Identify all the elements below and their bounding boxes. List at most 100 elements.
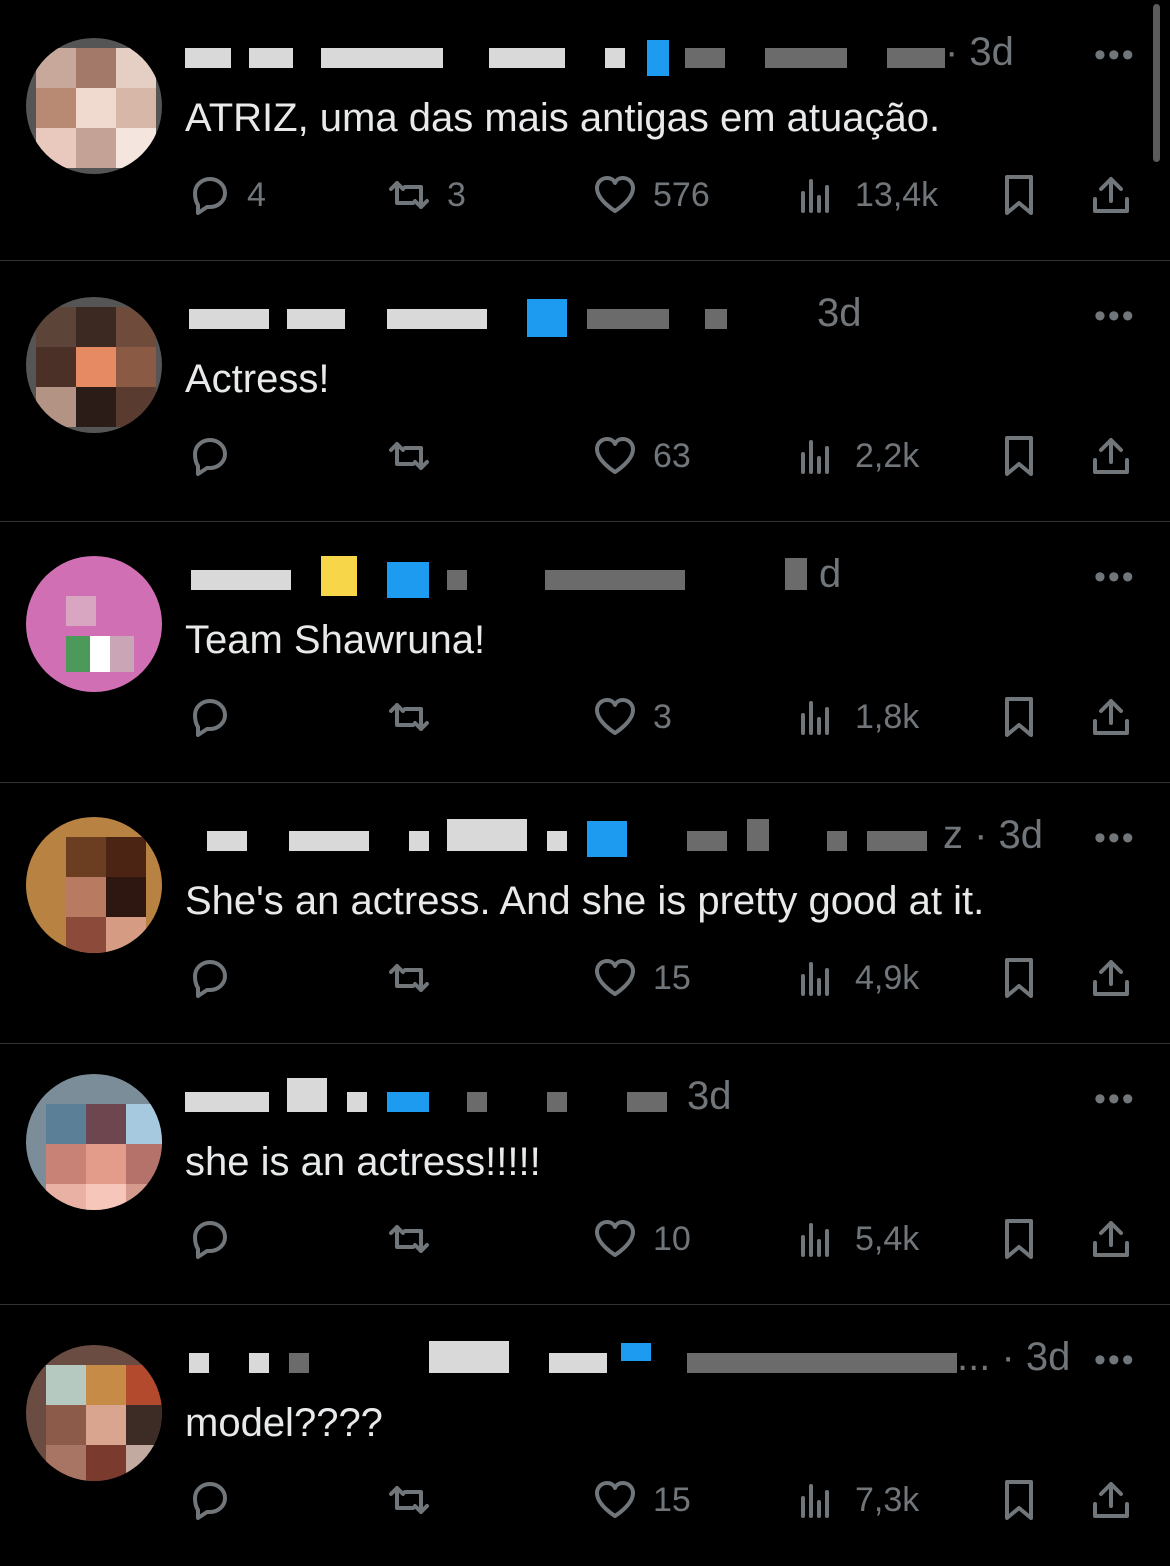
tweet-time[interactable]: · 3d xyxy=(945,30,1014,75)
redacted-handle xyxy=(687,831,727,851)
reply-button[interactable] xyxy=(185,431,247,481)
redacted-display-name xyxy=(287,1078,327,1112)
repost-button[interactable] xyxy=(385,431,447,481)
bookmark-icon xyxy=(1005,697,1033,737)
tweet-time[interactable]: ... · 3d xyxy=(957,1335,1070,1380)
tweet-text: Team Shawruna! xyxy=(185,618,486,662)
bookmark-icon xyxy=(1005,175,1033,215)
bookmark-button[interactable] xyxy=(995,1214,1043,1264)
share-button[interactable] xyxy=(1087,1214,1135,1264)
like-count: 10 xyxy=(653,1219,691,1258)
views-count: 7,3k xyxy=(855,1480,920,1519)
avatar[interactable] xyxy=(26,1345,162,1481)
like-count: 15 xyxy=(653,1480,691,1519)
verified-badge-icon xyxy=(387,562,429,598)
share-icon xyxy=(1093,699,1129,735)
more-options-button[interactable]: ••• xyxy=(1094,1082,1136,1116)
tweet-time[interactable]: 3d xyxy=(687,1074,732,1119)
like-button[interactable]: 15 xyxy=(591,953,691,1003)
bookmark-button[interactable] xyxy=(995,692,1043,742)
reply-button[interactable] xyxy=(185,1475,247,1525)
repost-button[interactable] xyxy=(385,1475,447,1525)
tweet-5[interactable]: 3d ••• she is an actress!!!!! 10 5,4k xyxy=(0,1044,1170,1305)
tweet-1[interactable]: · 3d ••• ATRIZ, uma das mais antigas em … xyxy=(0,0,1170,261)
repost-button[interactable] xyxy=(385,953,447,1003)
views-button[interactable]: 4,9k xyxy=(793,953,919,1003)
redacted-display-name xyxy=(289,831,369,851)
like-button[interactable]: 10 xyxy=(591,1214,691,1264)
tweet-6[interactable]: ... · 3d ••• model???? 15 7,3k xyxy=(0,1305,1170,1566)
reply-button[interactable]: 4 xyxy=(185,170,266,220)
redacted-handle xyxy=(467,1092,487,1112)
sparkle-emoji-icon xyxy=(321,556,357,596)
reply-feed: · 3d ••• ATRIZ, uma das mais antigas em … xyxy=(0,0,1170,1561)
bookmark-button[interactable] xyxy=(995,431,1043,481)
bookmark-button[interactable] xyxy=(995,953,1043,1003)
more-options-button[interactable]: ••• xyxy=(1094,821,1136,855)
reply-button[interactable] xyxy=(185,1214,247,1264)
views-button[interactable]: 1,8k xyxy=(793,692,919,742)
views-icon xyxy=(801,1223,829,1257)
views-button[interactable]: 2,2k xyxy=(793,431,919,481)
avatar[interactable] xyxy=(26,817,162,953)
share-button[interactable] xyxy=(1087,692,1135,742)
like-button[interactable]: 63 xyxy=(591,431,691,481)
redacted-handle xyxy=(685,48,725,68)
like-button[interactable]: 576 xyxy=(591,170,710,220)
more-options-button[interactable]: ••• xyxy=(1094,1343,1136,1377)
avatar[interactable] xyxy=(26,1074,162,1210)
avatar[interactable] xyxy=(26,38,162,174)
repost-button[interactable]: 3 xyxy=(385,170,466,220)
share-button[interactable] xyxy=(1087,431,1135,481)
redacted-display-name xyxy=(289,1353,309,1373)
redacted-display-name xyxy=(387,309,487,329)
more-options-button[interactable]: ••• xyxy=(1094,38,1136,72)
like-icon xyxy=(595,437,635,474)
repost-icon xyxy=(389,442,429,470)
views-button[interactable]: 13,4k xyxy=(793,170,938,220)
tweet-actions: 15 7,3k xyxy=(185,1475,1145,1525)
redacted-display-name xyxy=(189,1353,209,1373)
redacted-handle xyxy=(765,48,847,68)
tweet-time[interactable]: 3d xyxy=(817,291,862,336)
like-button[interactable]: 3 xyxy=(591,692,672,742)
redacted-display-name xyxy=(207,831,247,851)
verified-badge-icon xyxy=(587,821,627,857)
views-button[interactable]: 7,3k xyxy=(793,1475,919,1525)
redacted-handle xyxy=(827,831,847,851)
views-button[interactable]: 5,4k xyxy=(793,1214,919,1264)
tweet-2[interactable]: 3d ••• Actress! 63 2,2k xyxy=(0,261,1170,522)
reply-button[interactable] xyxy=(185,953,247,1003)
share-button[interactable] xyxy=(1087,1475,1135,1525)
reply-icon xyxy=(193,960,227,998)
tweet-header: 3d xyxy=(185,1074,1065,1124)
redacted-display-name xyxy=(191,570,291,590)
share-button[interactable] xyxy=(1087,953,1135,1003)
like-icon xyxy=(595,698,635,735)
bookmark-icon xyxy=(1005,1480,1033,1520)
scrollbar[interactable] xyxy=(1153,4,1160,162)
reply-button[interactable] xyxy=(185,692,247,742)
tweet-time[interactable]: z · 3d xyxy=(943,813,1043,858)
like-count: 3 xyxy=(653,697,672,736)
tweet-actions: 4 3 576 13,4k xyxy=(185,170,1145,220)
share-button[interactable] xyxy=(1087,170,1135,220)
reply-icon xyxy=(193,699,227,737)
like-button[interactable]: 15 xyxy=(591,1475,691,1525)
repost-button[interactable] xyxy=(385,1214,447,1264)
more-options-button[interactable]: ••• xyxy=(1094,560,1136,594)
avatar[interactable] xyxy=(26,556,162,692)
avatar[interactable] xyxy=(26,297,162,433)
tweet-4[interactable]: z · 3d ••• She's an actress. And she is … xyxy=(0,783,1170,1044)
verified-badge-icon xyxy=(527,299,567,337)
bookmark-button[interactable] xyxy=(995,1475,1043,1525)
more-options-button[interactable]: ••• xyxy=(1094,299,1136,333)
redacted-handle xyxy=(627,1092,667,1112)
like-icon xyxy=(595,1220,635,1257)
views-icon xyxy=(801,962,829,996)
tweet-time[interactable]: d xyxy=(819,552,841,597)
tweet-3[interactable]: d ••• Team Shawruna! 3 1,8k xyxy=(0,522,1170,783)
repost-button[interactable] xyxy=(385,692,447,742)
bookmark-button[interactable] xyxy=(995,170,1043,220)
like-count: 15 xyxy=(653,958,691,997)
